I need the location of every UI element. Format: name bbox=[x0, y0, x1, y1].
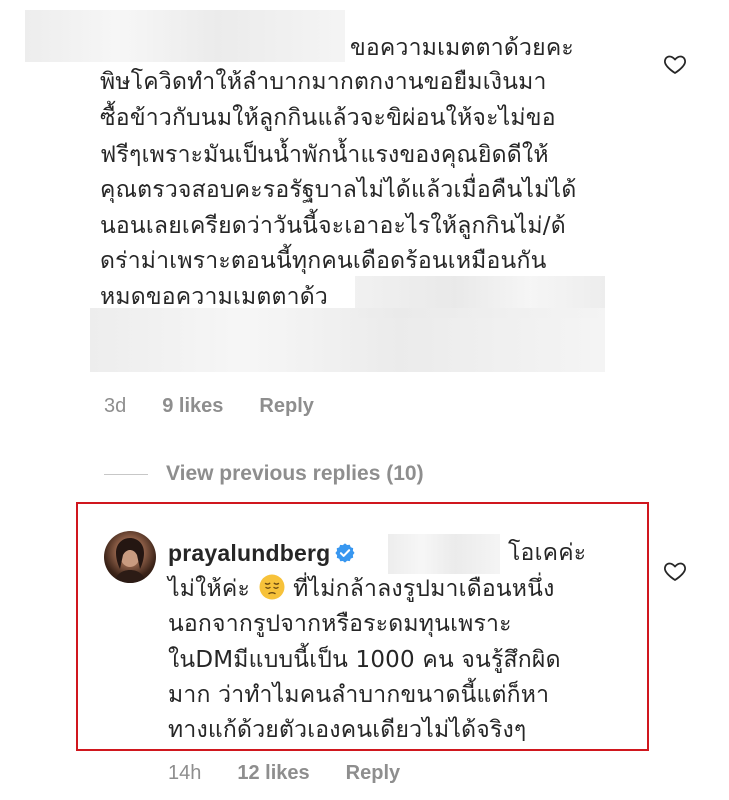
comment-1-line-3: ซื้อข้าวกับนมให้ลูกกินแล้วจะขิผ่อนให้จะไ… bbox=[100, 105, 556, 131]
comment-1-time: 3d bbox=[104, 395, 127, 417]
comment-2-line-2b: ที่ไม่กล้าลงรูปมาเดือนหนึ่ง bbox=[293, 576, 555, 602]
comment-1-line-1: ขอความเมตตาด้วยคะ bbox=[350, 35, 574, 61]
comment-2-line-1: prayalundberg bbox=[168, 535, 356, 572]
redacted-text-block-2 bbox=[90, 308, 605, 372]
avatar-portrait-icon bbox=[114, 538, 146, 583]
pensive-face-emoji bbox=[259, 574, 285, 600]
heart-outline-icon[interactable] bbox=[663, 559, 687, 583]
heart-outline-icon[interactable] bbox=[663, 52, 687, 76]
comment-2-likes[interactable]: 12 likes bbox=[237, 762, 309, 784]
verified-badge-icon bbox=[335, 543, 355, 563]
comment-1-likes[interactable]: 9 likes bbox=[162, 395, 223, 417]
comment-1-line-7: ดร่าม่าเพราะตอนนี้ทุกคนเดือดร้อนเหมือนกั… bbox=[100, 248, 547, 274]
view-previous-replies-button[interactable]: View previous replies (10) bbox=[104, 462, 424, 486]
comment-2-line-5: มาก ว่าทำไมคนลำบากขนาดนี้แต่ก็หา bbox=[168, 682, 550, 708]
comment-2-line-4: ในDMมีแบบนี้เป็น 1000 คน จนรู้สึกผิด bbox=[168, 647, 561, 673]
comment-1-reply-button[interactable]: Reply bbox=[259, 395, 313, 417]
comment-1-line-6: นอนเลยเครียดว่าวันนี้จะเอาอะไรให้ลูกกินไ… bbox=[100, 213, 566, 239]
comment-2-meta: 14h 12 likes Reply bbox=[168, 762, 436, 785]
comment-1-line-5: คุณตรวจสอบคะรอรัฐบาลไม่ได้แล้วเมื่อคืนไม… bbox=[100, 177, 577, 203]
avatar[interactable] bbox=[104, 531, 156, 583]
comment-2-line-6: ทางแก้ด้วยตัวเองคนเดียวไม่ได้จริงๆ bbox=[168, 717, 527, 743]
view-previous-replies-label[interactable]: View previous replies (10) bbox=[166, 462, 424, 486]
redacted-mention-block bbox=[388, 534, 500, 574]
comment-1-line-2: พิษโควิดทำให้ลำบากมากตกงานขอยืมเงินมา bbox=[100, 69, 547, 95]
comment-2-username[interactable]: prayalundberg bbox=[168, 540, 330, 566]
comment-2-time: 14h bbox=[168, 762, 202, 784]
comment-1-meta: 3d 9 likes Reply bbox=[104, 395, 350, 418]
comment-1-line-4: ฟรีๆเพราะมันเป็นน้ำพักน้ำแรงของคุณยิดดีใ… bbox=[100, 142, 549, 168]
comment-2-first-text: โอเคค่ะ bbox=[508, 540, 587, 566]
comment-2-reply-button[interactable]: Reply bbox=[346, 762, 400, 784]
comment-2-line-2a: ไม่ให้ค่ะ bbox=[168, 576, 251, 602]
redacted-username-block bbox=[25, 10, 345, 62]
comment-2-line-2: ไม่ให้ค่ะ ที่ไม่กล้าลงรูปมาเดือนหนึ่ง bbox=[168, 571, 555, 607]
divider-line bbox=[104, 473, 148, 475]
comment-2-line-3: นอกจากรูปจากหรือระดมทุนเพราะ bbox=[168, 611, 512, 637]
